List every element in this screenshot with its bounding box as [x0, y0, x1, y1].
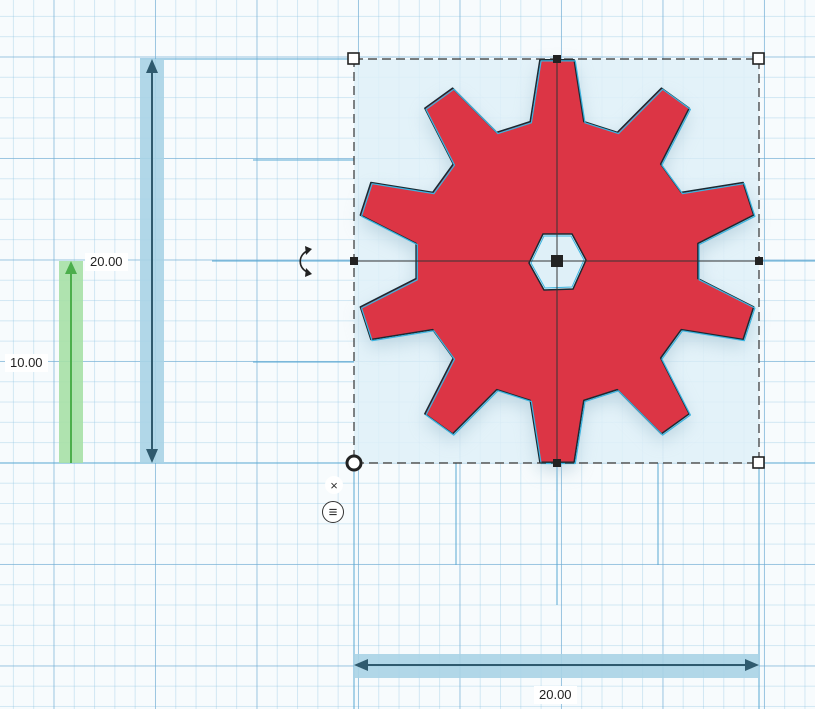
scene [0, 52, 815, 709]
bottom-edge-handle[interactable] [553, 459, 561, 467]
top-edge-handle[interactable] [553, 55, 561, 63]
top-left-corner-handle[interactable] [347, 52, 360, 65]
menu-icon[interactable]: ≡ [322, 501, 344, 523]
right-edge-handle[interactable] [755, 257, 763, 265]
top-right-corner-handle[interactable] [752, 52, 765, 65]
bottom-left-corner-handle[interactable] [345, 454, 363, 472]
close-icon[interactable]: × [325, 476, 343, 494]
elevation-label[interactable]: 10.00 [5, 354, 48, 372]
center-handle[interactable] [551, 255, 563, 267]
height-dimension-label[interactable]: 20.00 [85, 253, 128, 271]
left-edge-handle[interactable] [350, 257, 358, 265]
bottom-right-corner-handle[interactable] [752, 456, 765, 469]
width-dimension-label[interactable]: 20.00 [534, 686, 577, 704]
